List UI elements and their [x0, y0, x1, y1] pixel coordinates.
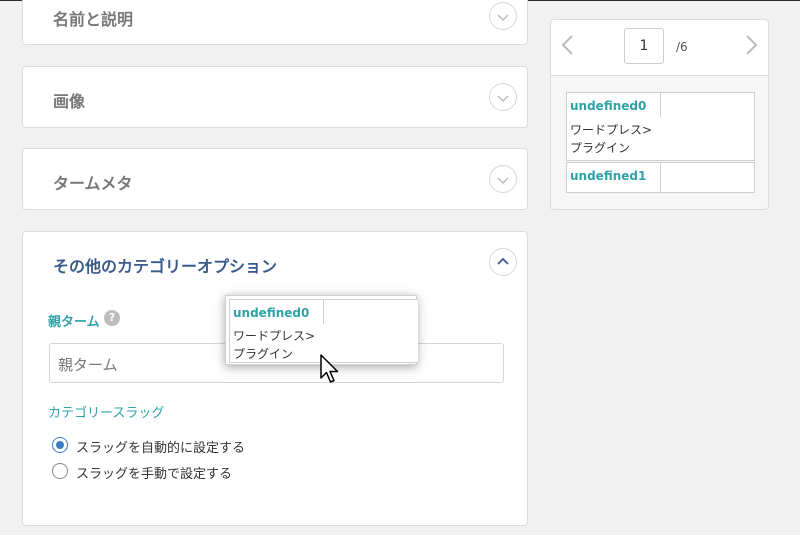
- slug-manual-label[interactable]: スラッグを手動で設定する: [76, 463, 232, 482]
- panel-term-meta[interactable]: タームメタ: [22, 148, 528, 210]
- chevron-down-icon: [497, 177, 509, 185]
- card-text-line1: ワードプレス>: [233, 329, 316, 343]
- pager-bar: 1 /6: [551, 20, 768, 76]
- page-total: /6: [676, 40, 688, 54]
- card-text-line2: プラグイン: [570, 141, 631, 155]
- chevron-down-icon: [497, 14, 509, 22]
- expand-toggle-image[interactable]: [489, 83, 517, 111]
- parent-term-label: 親ターム: [48, 315, 100, 330]
- card-title: undefined0: [233, 306, 310, 320]
- mouse-pointer-icon: [320, 354, 339, 383]
- list-item[interactable]: undefined1: [566, 162, 755, 193]
- chevron-left-icon[interactable]: [560, 34, 574, 56]
- panel-title-term-meta: タームメタ: [53, 174, 133, 193]
- collapse-toggle-other-options[interactable]: [489, 248, 517, 276]
- category-slug-label: カテゴリースラッグ: [48, 406, 165, 421]
- card-text-line2: プラグイン: [233, 347, 294, 361]
- panel-image[interactable]: 画像: [22, 66, 528, 128]
- panel-name-description[interactable]: 名前と説明: [22, 0, 528, 45]
- panel-other-category-options: その他のカテゴリーオプション 親ターム ? 親ターム カテゴリースラッグ スラッ…: [22, 231, 528, 526]
- expand-toggle-name-description[interactable]: [489, 2, 517, 30]
- card-title: undefined0: [570, 99, 647, 113]
- panel-title-name-description: 名前と説明: [53, 10, 134, 29]
- question-icon[interactable]: ?: [104, 310, 120, 326]
- slug-auto-label[interactable]: スラッグを自動的に設定する: [76, 437, 245, 456]
- chevron-up-icon: [497, 257, 509, 265]
- card-title: undefined1: [570, 169, 647, 183]
- card-divider: [660, 93, 661, 117]
- card-divider: [660, 163, 661, 192]
- page-number-input[interactable]: 1: [624, 28, 664, 64]
- slug-auto-radio[interactable]: [52, 437, 68, 453]
- card-text-line1: ワードプレス>: [570, 123, 653, 137]
- expand-toggle-term-meta[interactable]: [489, 165, 517, 193]
- sidebar-preview: 1 /6 undefined0 ワードプレス> プラグイン undefined1: [550, 19, 769, 210]
- chevron-down-icon: [497, 95, 509, 103]
- slug-manual-radio[interactable]: [52, 463, 68, 479]
- panel-title-other-options: その他のカテゴリーオプション: [53, 257, 278, 276]
- panel-title-image: 画像: [53, 92, 86, 111]
- list-item[interactable]: undefined0 ワードプレス> プラグイン: [566, 92, 755, 161]
- card-divider: [323, 300, 324, 324]
- chevron-right-icon[interactable]: [745, 34, 759, 56]
